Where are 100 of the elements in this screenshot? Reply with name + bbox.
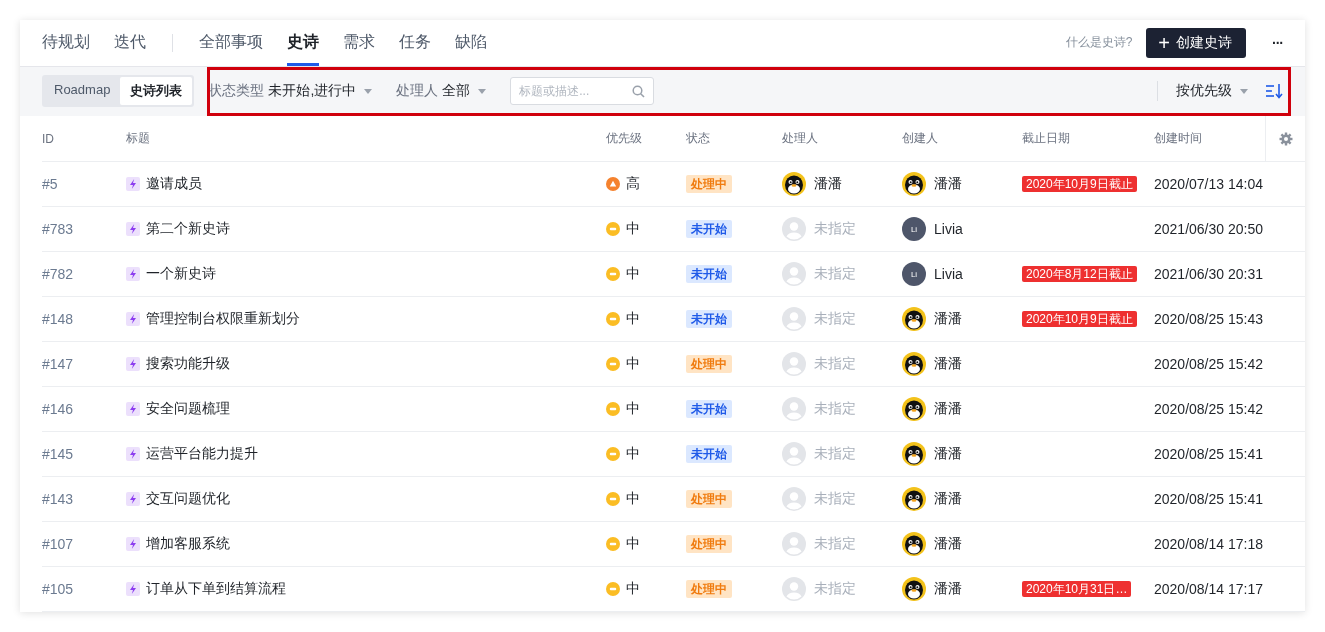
- view-toggle[interactable]: 史诗列表: [120, 77, 193, 106]
- priority-label: 中: [626, 580, 640, 598]
- assignee-name: 未指定: [814, 355, 856, 373]
- created-time: 2021/06/30 20:50: [1154, 221, 1264, 237]
- deadline-tag: 2020年10月9日截止: [1022, 311, 1137, 327]
- creator-name: 潘潘: [934, 400, 962, 418]
- lightning-icon: [126, 312, 140, 326]
- priority-label: 中: [626, 310, 640, 328]
- epic-id[interactable]: #145: [42, 446, 126, 462]
- column-header: 截止日期: [1022, 130, 1071, 147]
- more-button[interactable]: ···: [1272, 34, 1283, 51]
- status-tag: 处理中: [686, 535, 732, 553]
- epic-title[interactable]: 第二个新史诗: [146, 220, 230, 238]
- create-button[interactable]: + 创建史诗: [1146, 27, 1246, 58]
- status-tag: 处理中: [686, 580, 732, 598]
- status-tag: 处理中: [686, 175, 732, 193]
- lightning-icon: [126, 582, 140, 596]
- column-header: 创建人: [902, 130, 939, 147]
- status-tag: 未开始: [686, 445, 732, 463]
- status-tag: 处理中: [686, 355, 732, 373]
- epic-id[interactable]: #143: [42, 491, 126, 507]
- epic-id[interactable]: #5: [42, 176, 126, 192]
- search-icon: [632, 85, 646, 99]
- status-tag: 未开始: [686, 265, 732, 283]
- creator-name: 潘潘: [934, 175, 962, 193]
- priority-label: 中: [626, 220, 640, 238]
- creator-name: 潘潘: [934, 355, 962, 373]
- creator-name: 潘潘: [934, 580, 962, 598]
- creator-name: 潘潘: [934, 490, 962, 508]
- epic-title[interactable]: 搜索功能升级: [146, 355, 230, 373]
- status-tag: 未开始: [686, 310, 732, 328]
- nav-tab[interactable]: 史诗: [287, 20, 319, 66]
- epic-title[interactable]: 邀请成员: [146, 175, 202, 193]
- assignee-name: 未指定: [814, 490, 856, 508]
- lightning-icon: [126, 537, 140, 551]
- priority-label: 中: [626, 490, 640, 508]
- created-time: 2020/08/25 15:41: [1154, 491, 1264, 507]
- priority-label: 中: [626, 535, 640, 553]
- creator-name: Livia: [934, 221, 963, 237]
- lightning-icon: [126, 357, 140, 371]
- deadline-tag: 2020年10月31日…: [1022, 581, 1132, 597]
- assignee-name: 潘潘: [814, 175, 842, 193]
- epic-id[interactable]: #107: [42, 536, 126, 552]
- lightning-icon: [126, 222, 140, 236]
- search-field[interactable]: 标题或描述...: [510, 77, 655, 106]
- created-time: 2020/08/25 15:43: [1154, 311, 1264, 327]
- status-tag: 处理中: [686, 490, 732, 508]
- lightning-icon: [126, 492, 140, 506]
- epic-title[interactable]: 交互问题优化: [146, 490, 230, 508]
- epic-id[interactable]: #147: [42, 356, 126, 372]
- sort-dropdown[interactable]: 按优先级: [1176, 82, 1248, 101]
- lightning-icon: [126, 447, 140, 461]
- assignee-name: 未指定: [814, 310, 856, 328]
- lightning-icon: [126, 402, 140, 416]
- epic-id[interactable]: #148: [42, 311, 126, 327]
- epic-id[interactable]: #105: [42, 581, 126, 597]
- creator-name: 潘潘: [934, 445, 962, 463]
- priority-label: 中: [626, 400, 640, 418]
- priority-label: 高: [626, 175, 640, 193]
- epic-title[interactable]: 运营平台能力提升: [146, 445, 258, 463]
- nav-tab[interactable]: 迭代: [114, 20, 146, 66]
- creator-name: 潘潘: [934, 535, 962, 553]
- filter-dropdown[interactable]: 处理人 全部: [396, 82, 487, 101]
- lightning-icon: [126, 267, 140, 281]
- initials-avatar: Li: [902, 217, 926, 241]
- deadline-tag: 2020年10月9日截止: [1022, 176, 1137, 192]
- column-header: 标题: [126, 130, 151, 147]
- creator-name: Livia: [934, 266, 963, 282]
- deadline-tag: 2020年8月12日截止: [1022, 266, 1137, 282]
- column-header: ID: [42, 131, 55, 146]
- settings-icon[interactable]: [1278, 131, 1293, 146]
- nav-tab[interactable]: 缺陷: [455, 20, 487, 66]
- epic-id[interactable]: #783: [42, 221, 126, 237]
- status-tag: 未开始: [686, 220, 732, 238]
- nav-tab[interactable]: 待规划: [42, 20, 90, 66]
- epic-id[interactable]: #146: [42, 401, 126, 417]
- assignee-name: 未指定: [814, 400, 856, 418]
- epic-title[interactable]: 安全问题梳理: [146, 400, 230, 418]
- nav-tab[interactable]: 全部事项: [199, 20, 263, 66]
- created-time: 2020/08/14 17:18: [1154, 536, 1264, 552]
- assignee-name: 未指定: [814, 580, 856, 598]
- sort-order-icon[interactable]: [1266, 83, 1283, 100]
- column-header: 处理人: [782, 130, 819, 147]
- assignee-name: 未指定: [814, 220, 856, 238]
- initials-avatar: Li: [902, 262, 926, 286]
- epic-id[interactable]: #782: [42, 266, 126, 282]
- column-header: 创建时间: [1154, 130, 1203, 147]
- created-time: 2020/08/14 17:17: [1154, 581, 1264, 597]
- created-time: 2020/08/25 15:42: [1154, 356, 1264, 372]
- epic-title[interactable]: 订单从下单到结算流程: [146, 580, 286, 598]
- assignee-name: 未指定: [814, 535, 856, 553]
- created-time: 2020/08/25 15:42: [1154, 401, 1264, 417]
- epic-title[interactable]: 增加客服系统: [146, 535, 230, 553]
- nav-tab[interactable]: 需求: [343, 20, 375, 66]
- view-toggle[interactable]: Roadmap: [44, 77, 121, 106]
- created-time: 2020/07/13 14:04: [1154, 176, 1264, 192]
- epic-title[interactable]: 管理控制台权限重新划分: [146, 310, 300, 328]
- nav-tab[interactable]: 任务: [399, 20, 431, 66]
- epic-title[interactable]: 一个新史诗: [146, 265, 216, 283]
- status-tag: 未开始: [686, 400, 732, 418]
